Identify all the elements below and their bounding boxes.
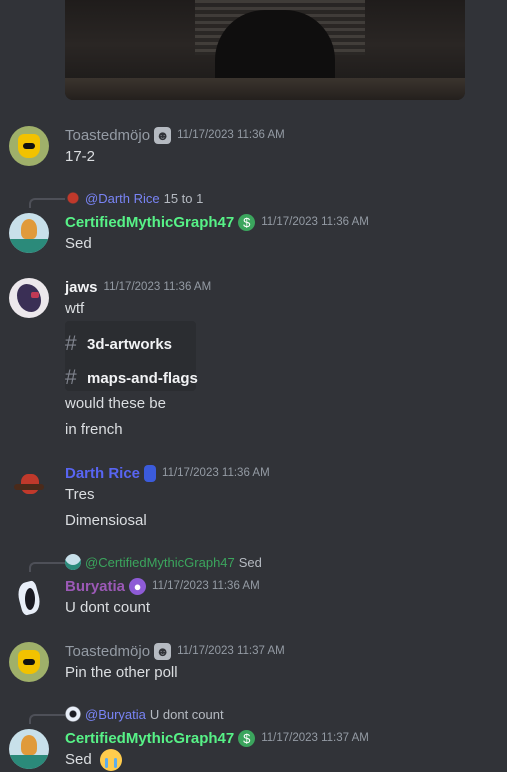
avatar[interactable] [9,464,49,504]
bottle-icon [144,464,157,482]
channel-name: 3d-artworks [87,335,173,353]
timestamp: 11/17/2023 11:36 AM [103,281,212,293]
message-text: wtf [65,300,85,317]
embedded-image[interactable] [65,0,465,100]
message-text: Sed [65,749,122,771]
avatar[interactable] [9,213,49,253]
username[interactable]: CertifiedMythicGraph47 [65,730,234,747]
username[interactable]: jaws [65,279,98,296]
avatar[interactable] [9,578,49,618]
message-text: Dimensiosal [65,512,147,529]
message-text: U dont count [65,599,151,616]
reply-mention[interactable]: @CertifiedMythicGraph47 [85,555,235,570]
table-edge [65,78,465,100]
timestamp: 11/17/2023 11:37 AM [261,732,369,744]
username[interactable]: Buryatia [65,578,125,595]
money-icon: $ [238,213,256,231]
message-text: would these be [65,395,166,412]
orb-icon: ● [129,577,147,595]
username[interactable]: Toastedmöjo [65,643,150,660]
avatar[interactable] [9,729,49,769]
message-text-content: Sed [65,750,92,768]
reply-avatar [65,706,81,722]
avatar[interactable] [9,278,49,318]
timestamp: 11/17/2023 11:36 AM [162,467,270,479]
channel-link-maps-and-flags[interactable]: # maps-and-flags [65,366,198,390]
reply-reference[interactable]: @CertifiedMythicGraph47 Sed [65,553,262,571]
reply-avatar [65,554,81,570]
loudly-crying-emoji[interactable] [99,749,122,771]
reply-spine [29,562,65,572]
reply-spine [29,198,65,208]
hash-icon: # [65,366,77,389]
channel-name: maps-and-flags [87,369,198,387]
reply-text: 15 to 1 [163,190,204,206]
message-text: Pin the other poll [65,664,178,681]
timestamp: 11/17/2023 11:37 AM [177,645,285,657]
reply-mention[interactable]: @Darth Rice [85,191,160,206]
ghost-icon: ☻ [154,642,172,660]
reply-reference[interactable]: @Buryatia U dont count [65,705,224,723]
ghost-icon: ☻ [154,126,172,144]
message-text: Tres [65,486,95,503]
timestamp: 11/17/2023 11:36 AM [261,216,369,228]
timestamp: 11/17/2023 11:36 AM [177,129,285,141]
username[interactable]: Darth Rice [65,465,140,482]
avatar[interactable] [9,126,49,166]
timestamp: 11/17/2023 11:36 AM [152,580,260,592]
avatar[interactable] [9,642,49,682]
money-icon: $ [238,729,256,747]
reply-spine [29,714,65,724]
hash-icon: # [65,332,77,355]
reply-avatar [65,190,81,206]
message-text: in french [65,421,123,438]
username[interactable]: Toastedmöjo [65,127,150,144]
reply-text: U dont count [149,706,224,722]
reply-text: Sed [238,554,262,570]
username[interactable]: CertifiedMythicGraph47 [65,214,234,231]
reply-mention[interactable]: @Buryatia [85,707,146,722]
message-text: 17-2 [65,148,96,165]
chat-message-list: Toastedmöjo ☻ 11/17/2023 11:36 AM 17-2 @… [0,0,507,772]
channel-link-3d-artworks[interactable]: # 3d-artworks [65,332,172,356]
message-text: Sed [65,235,92,252]
reply-reference[interactable]: @Darth Rice 15 to 1 [65,189,203,207]
